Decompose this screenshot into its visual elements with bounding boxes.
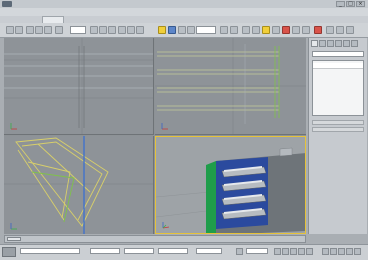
select-move-icon[interactable] bbox=[118, 26, 126, 34]
viewport-area bbox=[4, 38, 306, 234]
left-view-wireframe bbox=[4, 136, 153, 234]
zoom-all-icon[interactable] bbox=[330, 248, 337, 255]
axis-tripod-icon bbox=[10, 223, 17, 230]
hierarchy-tab-icon[interactable] bbox=[327, 40, 334, 47]
modify-tab-icon[interactable] bbox=[319, 40, 326, 47]
viewport-top[interactable] bbox=[4, 38, 154, 135]
rendered-frame-icon[interactable] bbox=[336, 26, 344, 34]
layer-manager-icon[interactable] bbox=[272, 26, 280, 34]
selection-filter-dropdown[interactable] bbox=[70, 26, 86, 34]
axis-tripod-icon bbox=[161, 123, 168, 130]
go-to-end-icon[interactable] bbox=[306, 248, 313, 255]
percent-snap-icon[interactable] bbox=[178, 26, 186, 34]
select-object-icon[interactable] bbox=[55, 26, 63, 34]
select-region-icon[interactable] bbox=[99, 26, 107, 34]
curve-editor-icon[interactable] bbox=[292, 26, 300, 34]
pivot-icon[interactable] bbox=[220, 26, 228, 34]
maxscript-listener-icon[interactable] bbox=[2, 247, 16, 257]
ribbon-tab[interactable] bbox=[92, 16, 100, 23]
status-bar bbox=[0, 244, 368, 260]
motion-tab-icon[interactable] bbox=[335, 40, 342, 47]
object-name-field[interactable] bbox=[312, 51, 364, 57]
maximize-button[interactable]: □ bbox=[346, 1, 355, 7]
viewport-left[interactable] bbox=[4, 136, 154, 234]
play-icon[interactable] bbox=[290, 248, 297, 255]
rollout-header[interactable] bbox=[312, 120, 364, 125]
go-to-start-icon[interactable] bbox=[274, 248, 281, 255]
command-panel bbox=[308, 38, 367, 234]
mirror-icon[interactable] bbox=[252, 26, 260, 34]
axis-tripod-icon bbox=[162, 222, 170, 229]
snap-toggle-icon[interactable] bbox=[158, 26, 166, 34]
window-crossing-icon[interactable] bbox=[108, 26, 116, 34]
unlink-icon[interactable] bbox=[35, 26, 43, 34]
close-button[interactable]: × bbox=[356, 1, 365, 7]
keyboard-shortcut-icon[interactable] bbox=[230, 26, 238, 34]
zoom-icon[interactable] bbox=[322, 248, 329, 255]
redo-icon[interactable] bbox=[15, 26, 23, 34]
material-editor-icon[interactable] bbox=[314, 26, 322, 34]
main-toolbar bbox=[0, 23, 368, 38]
top-view-wireframe bbox=[4, 38, 153, 134]
link-icon[interactable] bbox=[26, 26, 34, 34]
create-tab-icon[interactable] bbox=[311, 40, 318, 47]
orbit-icon[interactable] bbox=[346, 248, 353, 255]
select-rotate-icon[interactable] bbox=[127, 26, 135, 34]
viewport-front[interactable] bbox=[155, 38, 306, 135]
align-icon[interactable] bbox=[262, 26, 270, 34]
render-icon[interactable] bbox=[346, 26, 354, 34]
perspective-shaded-model bbox=[156, 147, 305, 233]
z-coordinate-field[interactable] bbox=[158, 248, 188, 254]
time-slider-thumb[interactable] bbox=[7, 237, 21, 241]
utilities-tab-icon[interactable] bbox=[351, 40, 358, 47]
display-tab-icon[interactable] bbox=[343, 40, 350, 47]
angle-snap-icon[interactable] bbox=[168, 26, 176, 34]
auto-key-button[interactable] bbox=[236, 248, 243, 255]
next-frame-icon[interactable] bbox=[298, 248, 305, 255]
spinner-snap-icon[interactable] bbox=[187, 26, 195, 34]
reference-coordinate-dropdown[interactable] bbox=[196, 26, 216, 34]
app-logo-icon[interactable] bbox=[2, 1, 12, 7]
time-slider[interactable] bbox=[4, 235, 306, 243]
rollout-header[interactable] bbox=[312, 127, 364, 132]
ribbon-tab[interactable] bbox=[140, 16, 148, 23]
select-scale-icon[interactable] bbox=[136, 26, 144, 34]
front-view-wireframe bbox=[155, 38, 306, 134]
select-by-name-icon[interactable] bbox=[90, 26, 98, 34]
key-filter-dropdown[interactable] bbox=[246, 248, 268, 254]
schematic-view-icon[interactable] bbox=[302, 26, 310, 34]
undo-icon[interactable] bbox=[6, 26, 14, 34]
modifier-stack-list[interactable] bbox=[312, 60, 364, 116]
minimize-button[interactable]: _ bbox=[336, 1, 345, 7]
grid-size-field bbox=[196, 248, 222, 254]
viewport-perspective[interactable] bbox=[155, 136, 306, 234]
ribbon-tab[interactable] bbox=[70, 16, 78, 23]
bind-spacewarp-icon[interactable] bbox=[44, 26, 52, 34]
modifier-stack-selected-item[interactable] bbox=[313, 63, 363, 69]
ribbon-tab-active[interactable] bbox=[42, 16, 64, 23]
x-coordinate-field[interactable] bbox=[90, 248, 120, 254]
pan-icon[interactable] bbox=[338, 248, 345, 255]
status-prompt-field bbox=[20, 248, 80, 254]
ribbon-tab[interactable] bbox=[22, 16, 30, 23]
maximize-viewport-icon[interactable] bbox=[354, 248, 361, 255]
y-coordinate-field[interactable] bbox=[124, 248, 154, 254]
axis-tripod-icon bbox=[10, 123, 17, 130]
render-setup-icon[interactable] bbox=[326, 26, 334, 34]
graphite-tools-icon[interactable] bbox=[282, 26, 290, 34]
previous-frame-icon[interactable] bbox=[282, 248, 289, 255]
named-selection-icon[interactable] bbox=[242, 26, 250, 34]
ribbon-tab[interactable] bbox=[114, 16, 122, 23]
